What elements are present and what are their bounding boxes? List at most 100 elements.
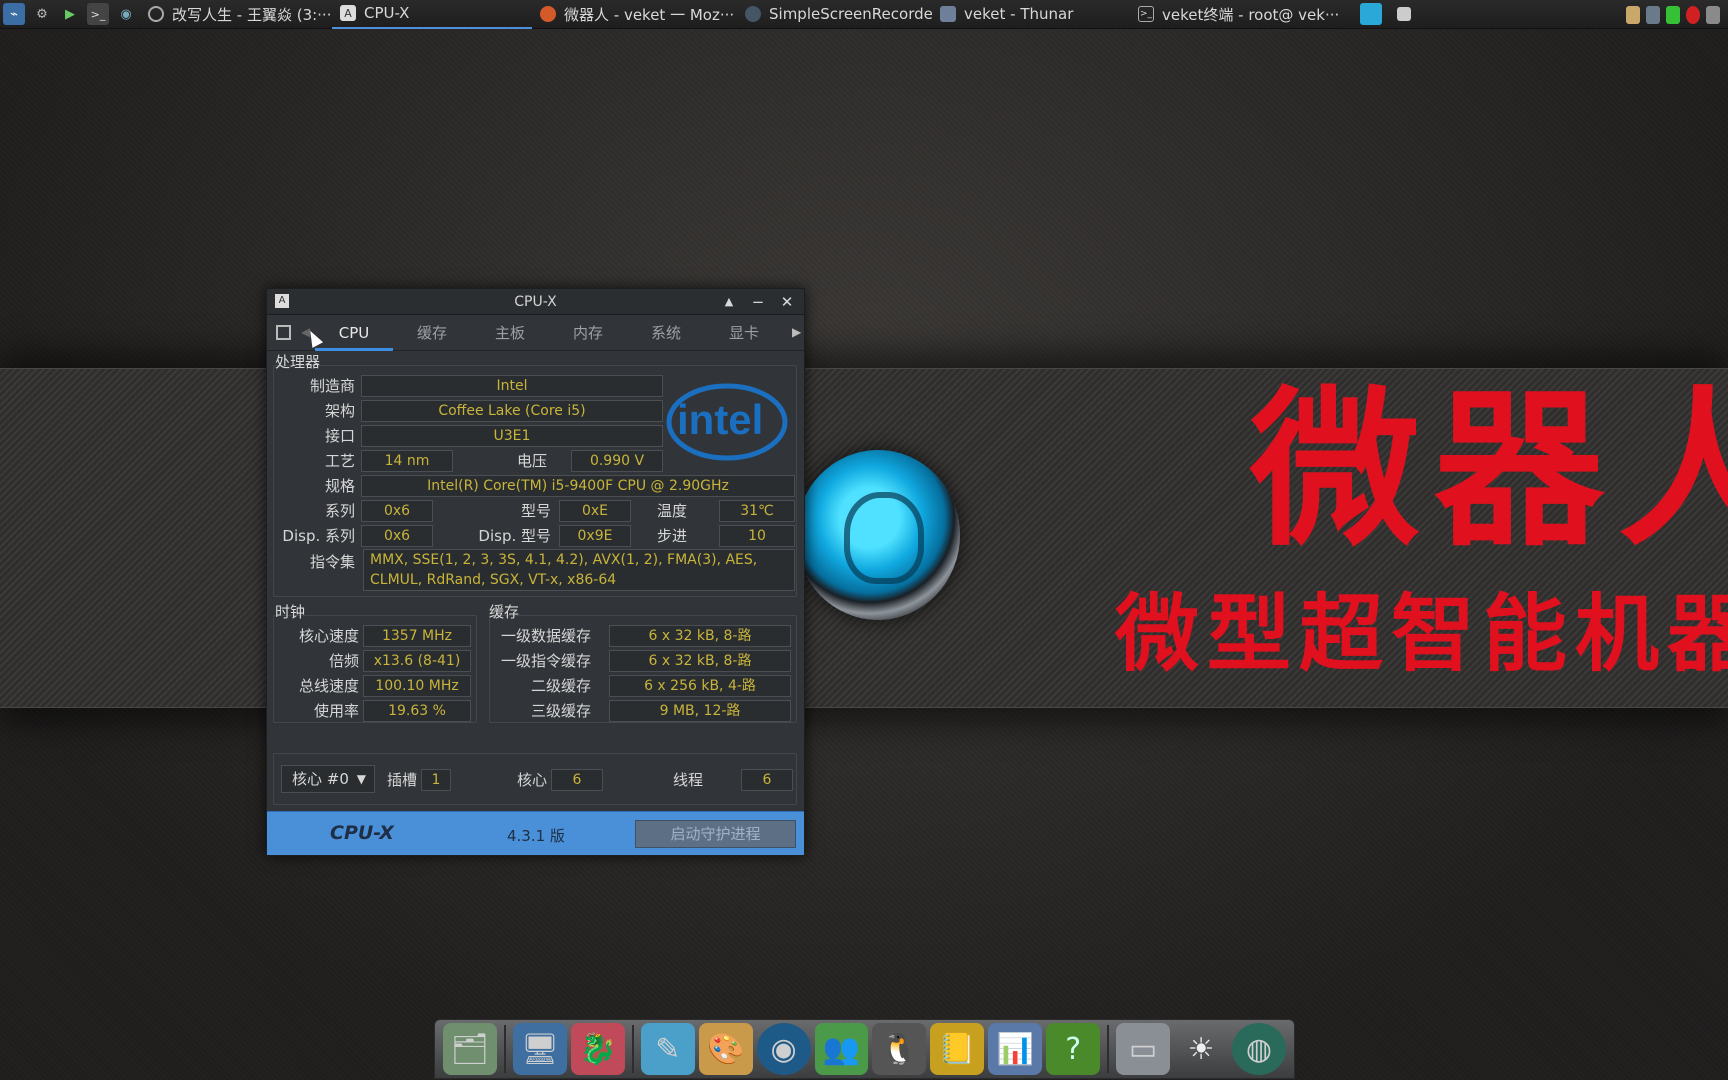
task-music[interactable]: 改写人生 - 王翼焱 (3:···	[140, 0, 332, 29]
pet-icon[interactable]: 🐉	[570, 1023, 625, 1075]
task-label: 改写人生 - 王翼焱 (3:···	[172, 5, 332, 24]
footer-brand: CPU-X	[330, 822, 394, 844]
window-footer: CPU-X 4.3.1 版 启动守护进程	[267, 811, 804, 855]
volume-icon[interactable]	[1706, 5, 1720, 24]
vendor-label: 制造商	[309, 377, 355, 395]
vendor-value: Intel	[361, 375, 663, 397]
cpux-window: A CPU-X ▲ − ✕ ◀ CPU 缓存 主板 内存 系统 显卡 ▶ 处理器…	[266, 288, 805, 856]
brand-subtitle: 微型超智能机器	[1115, 584, 1728, 683]
drive-icon[interactable]: ▭	[1116, 1023, 1171, 1075]
instr-label: 指令集	[309, 553, 355, 571]
dock-separator	[1107, 1025, 1110, 1073]
socket-count-value: 1	[421, 769, 451, 791]
robot-logo-icon	[796, 450, 960, 620]
clipboard-icon[interactable]	[1626, 5, 1640, 24]
l3-label: 三级缓存	[530, 702, 591, 720]
stepping-label: 步进	[656, 527, 687, 545]
media-player-icon[interactable]: ◉	[756, 1023, 811, 1075]
file-manager-icon[interactable]: 🗂	[443, 1023, 497, 1075]
core-select-dropdown[interactable]: 核心 #0 ▼	[281, 765, 375, 793]
tab-system[interactable]: 系统	[627, 315, 705, 351]
dock-separator	[631, 1025, 634, 1073]
l2-value: 6 x 256 kB, 4-路	[609, 675, 791, 697]
model-label: 型号	[520, 502, 551, 520]
spec-label: 规格	[324, 477, 355, 495]
start-daemon-button[interactable]: 启动守护进程	[635, 820, 796, 848]
terminal-icon: >_	[1138, 6, 1154, 22]
footer-version: 4.3.1 版	[507, 827, 565, 845]
task-thunar[interactable]: veket - Thunar	[932, 0, 1130, 29]
browser-globe-icon[interactable]: ◉	[115, 3, 137, 25]
minimize-icon[interactable]: −	[748, 292, 768, 312]
clocks-group-label: 时钟	[275, 603, 306, 621]
notebook-icon[interactable]: 📒	[930, 1023, 985, 1075]
monitor-icon[interactable]: 🖥	[512, 1023, 567, 1075]
task-label: veket终端 - root@ vek···	[1162, 5, 1340, 24]
l1i-value: 6 x 32 kB, 8-路	[609, 650, 791, 672]
task-label: SimpleScreenRecorder	[769, 5, 932, 23]
voltage-label: 电压	[516, 452, 547, 470]
power-icon[interactable]	[1686, 5, 1700, 24]
editor-icon[interactable]: ✎	[640, 1023, 695, 1075]
close-icon[interactable]: ✕	[777, 292, 797, 312]
arch-value: Coffee Lake (Core i5)	[361, 400, 663, 422]
battery-icon[interactable]	[1666, 5, 1680, 24]
play-icon[interactable]: ▶	[59, 3, 81, 25]
disp-family-value: 0x6	[361, 525, 433, 547]
window-titlebar[interactable]: A CPU-X ▲ − ✕	[267, 289, 804, 315]
globe-icon[interactable]: ◍	[1231, 1023, 1286, 1075]
penguin-icon[interactable]: 🐧	[872, 1023, 927, 1075]
shade-icon[interactable]: ▲	[719, 292, 739, 312]
threads-label: 线程	[672, 771, 703, 789]
scroll-right-icon[interactable]: ▶	[792, 325, 801, 339]
tab-graphics[interactable]: 显卡	[705, 315, 783, 351]
multiplier-value: x13.6 (8-41)	[363, 650, 471, 672]
socket-label: 接口	[324, 427, 355, 445]
family-label: 系列	[324, 502, 355, 520]
spreadsheet-chart-icon[interactable]: 📊	[988, 1023, 1043, 1075]
tech-value: 14 nm	[361, 450, 453, 472]
task-label: veket - Thunar	[964, 5, 1074, 23]
socket-count-label: 插槽	[386, 771, 417, 789]
task-terminal[interactable]: >_ veket终端 - root@ vek···	[1130, 0, 1350, 29]
brightness-sun-icon[interactable]: ☀	[1174, 1023, 1228, 1075]
task-recorder[interactable]: SimpleScreenRecorder	[737, 0, 932, 29]
voltage-value: 0.990 V	[571, 450, 663, 472]
task-firefox[interactable]: 微器人 - veket 一 Moz···	[532, 0, 737, 29]
tab-motherboard[interactable]: 主板	[471, 315, 549, 351]
stepping-value: 10	[719, 525, 795, 547]
core-speed-label: 核心速度	[298, 627, 359, 645]
top-taskbar: ⌁ ⚙ ▶ >_ ◉ 改写人生 - 王翼焱 (3:··· A CPU-X 微器人…	[0, 0, 1728, 29]
show-desktop-icon[interactable]	[1397, 7, 1411, 21]
chat-users-icon[interactable]: 👥	[814, 1023, 869, 1075]
tab-memory[interactable]: 内存	[549, 315, 627, 351]
chevron-down-icon: ▼	[356, 772, 366, 786]
task-cpux[interactable]: A CPU-X	[332, 0, 532, 29]
dock-separator	[503, 1025, 506, 1073]
settings-gear-icon[interactable]: ⚙	[31, 3, 53, 25]
family-value: 0x6	[361, 500, 433, 522]
disp-model-value: 0x9E	[559, 525, 631, 547]
screenshot-icon[interactable]	[276, 325, 291, 340]
core-speed-value: 1357 MHz	[363, 625, 471, 647]
help-question-icon[interactable]: ?	[1046, 1023, 1101, 1075]
desktop-switch-icon[interactable]	[1360, 3, 1382, 25]
tab-bar: ◀ CPU 缓存 主板 内存 系统 显卡 ▶	[267, 315, 804, 351]
disp-family-label: Disp. 系列	[282, 527, 355, 545]
l2-label: 二级缓存	[530, 677, 591, 695]
terminal-launcher-icon[interactable]: >_	[87, 3, 109, 25]
paint-palette-icon[interactable]: 🎨	[698, 1023, 753, 1075]
l1d-value: 6 x 32 kB, 8-路	[609, 625, 791, 647]
folder-icon	[940, 6, 956, 22]
disp-model-label: Disp. 型号	[478, 527, 551, 545]
threads-value: 6	[741, 769, 793, 791]
task-label: 微器人 - veket 一 Moz···	[564, 5, 735, 24]
tab-cpu[interactable]: CPU	[315, 315, 393, 351]
system-monitor-icon[interactable]: ⌁	[3, 3, 25, 25]
brand-title: 微器人	[1250, 370, 1728, 570]
temp-value: 31℃	[719, 500, 795, 522]
system-tray	[1623, 0, 1728, 29]
bottom-dock: 🗂 🖥 🐉 ✎ 🎨 ◉ 👥 🐧 📒 📊 ? ▭ ☀ ◍	[434, 1019, 1295, 1079]
network-icon[interactable]	[1646, 5, 1660, 24]
tab-cache[interactable]: 缓存	[393, 315, 471, 351]
